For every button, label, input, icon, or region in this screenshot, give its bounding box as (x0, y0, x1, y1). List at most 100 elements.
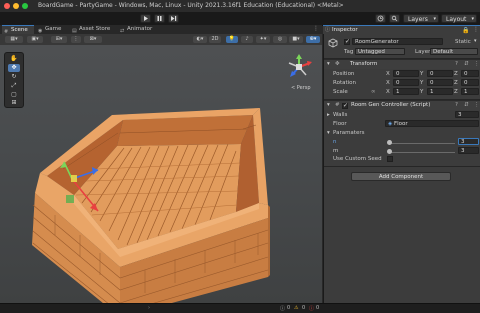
audio-toggle[interactable]: ♪ (241, 36, 253, 43)
gizmos-dropdown[interactable]: ⊕▾ (306, 36, 320, 43)
custom-seed-checkbox[interactable] (387, 156, 393, 162)
orbit-dropdown[interactable]: ◐▾ (193, 36, 207, 43)
chevron-down-icon[interactable]: ▾ (474, 38, 477, 44)
lock-icon[interactable]: 🔒 (462, 27, 469, 34)
hand-icon: ✋ (10, 55, 18, 62)
scale-icon: ⤢ (11, 82, 17, 89)
camera-dropdown[interactable]: ■▾ (289, 36, 303, 43)
scale-z-field[interactable]: 1 (461, 88, 479, 95)
n-value-field[interactable]: 3 (458, 138, 479, 145)
m-value-field[interactable]: 3 (458, 147, 479, 154)
m-slider-handle[interactable] (387, 149, 392, 154)
play-button[interactable] (140, 14, 151, 23)
tab-scene[interactable]: # Scene (2, 25, 34, 35)
position-y-field[interactable]: 0 (427, 70, 453, 77)
help-icon[interactable]: ? (455, 61, 458, 67)
grid-dropdown[interactable]: ⊠▾ (84, 36, 102, 43)
close-window-button[interactable] (4, 3, 10, 9)
rotation-x-field[interactable]: 0 (393, 79, 419, 86)
component-enabled-checkbox[interactable] (342, 102, 348, 109)
rotation-label: Rotation (333, 80, 357, 86)
chevron-down-icon[interactable]: ▾ (327, 130, 330, 136)
more-options-icon[interactable]: ⋮ (474, 61, 480, 67)
walls-count-field[interactable]: 3 (455, 111, 479, 118)
y-axis-label: Y (420, 71, 424, 77)
move-tool-button[interactable]: ✥ (8, 64, 20, 72)
prefab-icon: ◈ (388, 121, 393, 127)
scale-tool-button[interactable]: ⤢ (8, 82, 20, 90)
transform-icon: ✥ (335, 61, 340, 67)
layers-label: Layers (408, 16, 428, 23)
active-checkbox[interactable] (344, 38, 350, 45)
effects-dropdown[interactable]: ✦▾ (256, 36, 270, 43)
layer-label: Layer (415, 49, 431, 55)
n-slider-track[interactable] (388, 143, 455, 144)
chevron-down-icon: ▾ (327, 102, 330, 108)
chevron-down-icon: ▾ (471, 16, 474, 22)
object-name-field[interactable]: RoomGenerator (352, 38, 443, 45)
camera-mode-label[interactable]: < Persp (291, 85, 311, 91)
tab-asset-store[interactable]: ▤ Asset Store (70, 25, 116, 34)
move-icon: ✥ (11, 64, 17, 71)
room-gen-controller-header[interactable]: ▾ # Room Gen Controller (Script) ? ⇵ ⋮ (324, 100, 480, 110)
tab-animator[interactable]: ⇄ Animator (118, 25, 158, 34)
minimize-window-button[interactable] (13, 3, 19, 9)
preset-icon[interactable]: ⇵ (464, 102, 469, 108)
mode-2d-label: 2D (211, 36, 219, 42)
rotate-tool-button[interactable]: ↻ (8, 73, 20, 81)
pause-button[interactable] (154, 14, 165, 23)
warning-icon[interactable]: ⚠ (294, 305, 298, 311)
rotation-z-field[interactable]: 0 (461, 79, 479, 86)
walls-label: Walls (333, 112, 348, 118)
hand-tool-button[interactable]: ✋ (8, 55, 20, 63)
render-dropdown[interactable]: ▣▾ (27, 36, 43, 43)
preset-icon[interactable]: ⇵ (464, 61, 469, 67)
tag-value: Untagged (358, 49, 385, 55)
orientation-gizmo-icon[interactable] (285, 53, 313, 83)
position-x-field[interactable]: 0 (393, 70, 419, 77)
increment-snap-button[interactable]: ⋮ (71, 36, 81, 43)
scene-viewport[interactable]: < Persp (0, 45, 322, 303)
step-button[interactable] (168, 14, 179, 23)
lighting-toggle[interactable]: 💡 (226, 36, 238, 43)
pause-icon (157, 16, 162, 21)
tab-game[interactable]: ◉ Game (36, 25, 68, 34)
info-icon[interactable]: ⓘ (280, 305, 285, 312)
transform-tool-button[interactable]: ⊞ (8, 99, 20, 107)
error-count-trailing: 0 (316, 305, 320, 311)
static-label[interactable]: Static (455, 39, 471, 45)
x-axis-label: X (386, 80, 390, 86)
add-component-button[interactable]: Add Component (351, 172, 451, 181)
search-button[interactable] (389, 14, 400, 23)
hidden-objects-toggle[interactable]: ◎ (273, 36, 287, 43)
chevron-right-icon[interactable]: › (148, 305, 150, 311)
draw-mode-dropdown[interactable]: ▦▾ (5, 36, 23, 43)
link-icon[interactable]: ∞ (371, 89, 376, 95)
n-label: n (333, 139, 337, 145)
more-options-icon[interactable]: ⋮ (313, 25, 319, 32)
n-slider-handle[interactable] (387, 140, 392, 145)
transform-header[interactable]: ▾ ✥ Transform ? ⇵ ⋮ (324, 59, 480, 69)
scale-y-field[interactable]: 1 (427, 88, 453, 95)
help-icon[interactable]: ? (455, 102, 458, 108)
rotation-y-field[interactable]: 0 (427, 79, 453, 86)
walls-foldout-arrow[interactable]: ▸ (327, 112, 330, 118)
more-options-icon[interactable]: ⋮ (473, 26, 479, 33)
scale-label: Scale (333, 89, 348, 95)
layer-dropdown[interactable]: Default (430, 48, 478, 55)
more-options-icon[interactable]: ⋮ (474, 102, 480, 108)
zoom-window-button[interactable] (22, 3, 28, 9)
layers-dropdown[interactable]: Layers ▾ (403, 14, 439, 23)
rect-tool-button[interactable]: ▢ (8, 91, 20, 99)
mode-2d-toggle[interactable]: 2D (209, 36, 221, 43)
m-slider-track[interactable] (388, 152, 455, 153)
tag-dropdown[interactable]: Untagged (355, 48, 405, 55)
history-button[interactable] (375, 14, 386, 23)
position-z-field[interactable]: 0 (461, 70, 479, 77)
layout-dropdown[interactable]: Layout ▾ (441, 14, 477, 23)
grid-snap-dropdown[interactable]: ⊞▾ (51, 36, 67, 43)
floor-object-field[interactable]: ◈ Floor (385, 120, 479, 127)
error-icon[interactable]: ⓘ (309, 305, 314, 312)
main-toolbar: Layers ▾ Layout ▾ (0, 12, 480, 26)
scale-x-field[interactable]: 1 (393, 88, 419, 95)
